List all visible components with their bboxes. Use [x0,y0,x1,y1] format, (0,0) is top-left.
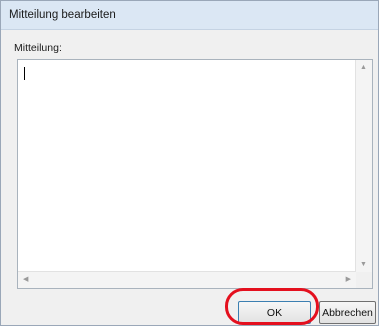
message-label: Mitteilung: [14,42,62,54]
horizontal-scrollbar[interactable]: ◀ ▶ [18,271,356,288]
text-caret [24,67,25,80]
vertical-scrollbar[interactable]: ▲ ▼ [355,60,372,272]
cancel-button[interactable]: Abbrechen [319,301,376,324]
ok-button[interactable]: OK [238,301,311,324]
arrow-up-icon[interactable]: ▲ [360,64,367,71]
title-bar[interactable]: Mitteilung bearbeiten [1,1,378,30]
message-textarea[interactable]: ▲ ▼ ◀ ▶ [17,59,373,289]
dialog-title: Mitteilung bearbeiten [9,9,116,21]
scroll-corner [356,272,372,288]
arrow-right-icon[interactable]: ▶ [346,276,351,283]
arrow-down-icon[interactable]: ▼ [360,261,367,268]
arrow-left-icon[interactable]: ◀ [23,276,28,283]
dialog-window: Mitteilung bearbeiten Mitteilung: ▲ ▼ ◀ … [0,0,379,326]
